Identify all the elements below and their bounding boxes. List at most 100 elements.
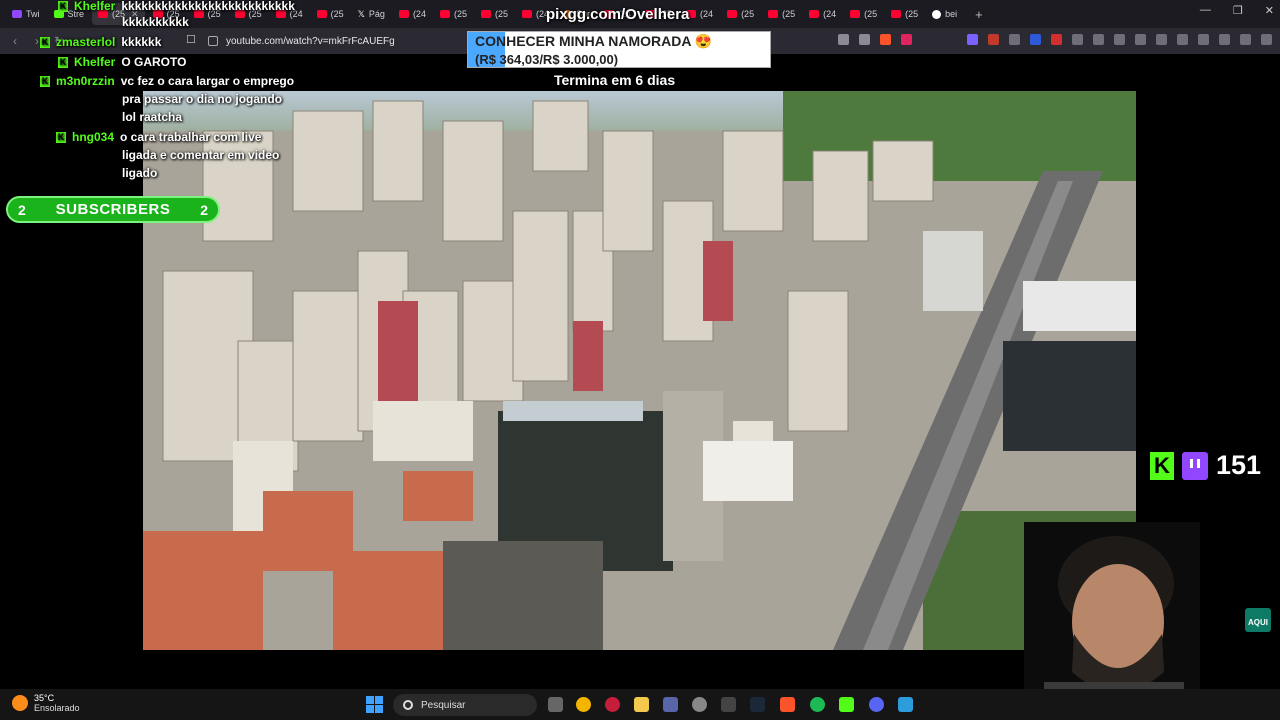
brave-shields-icon[interactable] — [880, 34, 891, 45]
weather-widget[interactable]: 35°C Ensolarado — [12, 693, 80, 713]
browser-tab[interactable]: 𝕏 Pág — [352, 3, 391, 25]
chat-username: m3n0rzzin — [56, 74, 115, 88]
weather-condition: Ensolarado — [34, 703, 80, 713]
chrome-icon[interactable] — [576, 697, 591, 712]
youtube-icon — [480, 10, 491, 18]
chat-message: kkkkkkkkkk — [122, 13, 189, 31]
app-icon[interactable] — [898, 697, 913, 712]
window-controls: — ❐ ✕ — [1200, 4, 1274, 17]
steam-icon[interactable] — [750, 697, 765, 712]
browser-tab[interactable]: (25 — [844, 3, 883, 25]
aqui-badge-icon: AQUI — [1245, 608, 1271, 632]
browser-tab[interactable]: (24 — [393, 3, 432, 25]
youtube-icon — [809, 10, 820, 18]
taskbar-search[interactable]: Pesquisar — [393, 694, 537, 716]
file-explorer-icon[interactable] — [634, 697, 649, 712]
subscribers-count-left: 2 — [18, 201, 26, 218]
url-text: youtube.com/watch?v=mkFrFcAUEFg — [226, 35, 395, 47]
viewer-count: 151 — [1216, 450, 1262, 480]
tab-label: (25 — [864, 9, 878, 19]
menu-icon[interactable] — [1261, 34, 1272, 45]
donation-goal-bar: CONHECER MINHA NAMORADA 😍 (R$ 364,03/R$ … — [467, 31, 771, 68]
wallet-icon[interactable] — [1198, 34, 1209, 45]
chat-message: lol raatcha — [122, 108, 182, 126]
extension-icon[interactable] — [1030, 34, 1041, 45]
sidebar-icon[interactable] — [1177, 34, 1188, 45]
extension-icon[interactable] — [988, 34, 999, 45]
browser-tab[interactable]: (25 — [762, 3, 801, 25]
extension-icon[interactable] — [1093, 34, 1104, 45]
task-view-icon[interactable] — [548, 697, 563, 712]
maximize-icon[interactable]: ❐ — [1233, 4, 1243, 17]
chat-message: pra passar o dia no jogando — [122, 90, 282, 108]
tab-label: (24 — [412, 9, 426, 19]
chat-text: o cara trabalhar com live — [120, 130, 262, 144]
youtube-icon — [398, 10, 409, 18]
brave-icon[interactable] — [780, 697, 795, 712]
app-icon[interactable] — [692, 697, 707, 712]
chat-text: vc fez o cara largar o emprego — [120, 74, 295, 88]
browser-tab[interactable]: (25 — [311, 3, 350, 25]
twitch-logo-icon — [1182, 451, 1208, 480]
site-info-icon[interactable] — [208, 36, 218, 46]
camera-icon[interactable] — [1135, 34, 1146, 45]
pix-donation-link: pixgg.com/Ovelhera — [546, 6, 690, 23]
browser-tab[interactable]: Twi — [6, 3, 46, 25]
extension-icon[interactable] — [967, 34, 978, 45]
browser-tab[interactable]: (24 — [803, 3, 842, 25]
chat-username: hng034 — [72, 130, 115, 144]
discord-icon[interactable] — [869, 697, 884, 712]
extension-icon[interactable] — [1051, 34, 1062, 45]
address-bar[interactable]: youtube.com/watch?v=mkFrFcAUEFg — [208, 32, 498, 50]
tab-label: (24 — [700, 9, 714, 19]
tab-label: (25 — [453, 9, 467, 19]
vpn-icon[interactable] — [1240, 34, 1251, 45]
app-icon[interactable] — [721, 697, 736, 712]
minimize-icon[interactable]: — — [1200, 4, 1211, 17]
sun-icon — [12, 695, 28, 711]
share-icon[interactable] — [859, 34, 870, 45]
video-player[interactable] — [143, 91, 1136, 650]
back-icon[interactable]: ‹ — [8, 34, 22, 48]
kick-badge-icon: K — [40, 37, 50, 49]
subscribers-counter: 2 SUBSCRIBERS 2 — [6, 196, 220, 223]
browser-tab[interactable]: (25 — [475, 3, 514, 25]
windows-taskbar: 35°C Ensolarado Pesquisar — [0, 689, 1280, 720]
new-tab-icon[interactable]: + — [975, 7, 983, 22]
kick-logo-icon: K — [1150, 451, 1174, 480]
tab-label: (25 — [905, 9, 919, 19]
tab-label: Pág — [368, 9, 385, 19]
extension-icon[interactable] — [1072, 34, 1083, 45]
browser-tab[interactable]: (25 — [434, 3, 473, 25]
kick-app-icon[interactable] — [839, 697, 854, 712]
chat-message: ligada e comentar em video — [122, 146, 279, 164]
music-icon[interactable] — [1156, 34, 1167, 45]
youtube-icon — [727, 10, 738, 18]
chat-text: ligada e comentar em video — [122, 148, 280, 162]
spotify-icon[interactable] — [810, 697, 825, 712]
app-icon[interactable] — [663, 697, 678, 712]
browser-tab[interactable]: (25 — [721, 3, 760, 25]
extension-icon[interactable] — [1009, 34, 1020, 45]
extensions-puzzle-icon[interactable] — [1114, 34, 1125, 45]
subscribers-label: SUBSCRIBERS — [55, 201, 171, 218]
chat-text: lol raatcha — [122, 110, 183, 124]
tab-label: (24 — [823, 9, 837, 19]
chat-message: Kzmasterlol kkkkkk — [40, 33, 161, 51]
viewer-counter: K 151 — [1150, 450, 1261, 481]
browser-tab[interactable]: bei — [926, 3, 963, 25]
opera-icon[interactable] — [605, 697, 620, 712]
windows-start-icon[interactable] — [366, 696, 383, 713]
rewards-icon[interactable] — [901, 34, 912, 45]
goal-ends-text: Termina em 6 dias — [554, 72, 676, 88]
screenshot-icon[interactable] — [838, 34, 849, 45]
twitch-icon — [12, 10, 22, 18]
close-icon[interactable]: ✕ — [1265, 4, 1274, 17]
x-icon: 𝕏 — [357, 8, 365, 19]
goal-title: CONHECER MINHA NAMORADA 😍 — [475, 33, 713, 49]
leo-icon[interactable] — [1219, 34, 1230, 45]
chat-text: kkkkkkkkkkkkkkkkkkkkkkkkkk — [121, 0, 295, 13]
bookmark-icon[interactable]: ☐ — [186, 33, 196, 46]
browser-tab[interactable]: (25 — [885, 3, 924, 25]
chat-message: Khng034 o cara trabalhar com live — [56, 128, 261, 146]
